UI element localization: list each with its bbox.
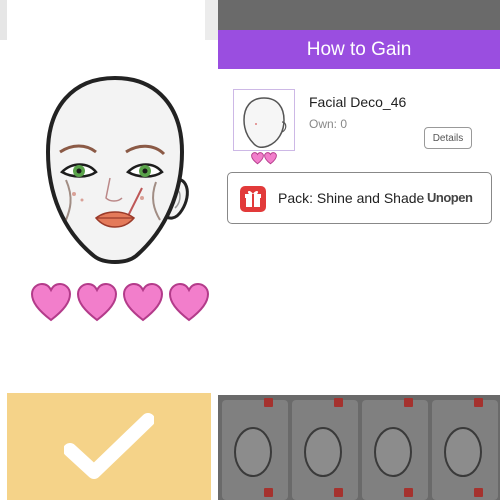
preview-panel xyxy=(0,0,218,500)
heart-icon xyxy=(122,282,164,322)
checkmark-icon xyxy=(64,412,154,479)
rarity-hearts xyxy=(30,282,210,332)
dialog-title: How to Gain xyxy=(306,38,412,60)
item-name: Facial Deco_46 xyxy=(309,94,407,110)
item-rarity-hearts xyxy=(251,152,277,165)
heart-icon xyxy=(30,282,72,322)
item-own-count: Own: 0 xyxy=(309,117,348,131)
new-tag-icon xyxy=(404,488,413,497)
heart-icon xyxy=(264,152,277,165)
heart-icon xyxy=(251,152,264,165)
dialog-header: How to Gain xyxy=(218,30,500,69)
pack-status: Unopen xyxy=(427,190,473,205)
head-thumb-icon xyxy=(304,427,342,477)
new-tag-icon xyxy=(404,398,413,407)
head-thumb-icon xyxy=(374,427,412,477)
gift-icon xyxy=(240,186,266,212)
new-tag-icon xyxy=(264,398,273,407)
new-tag-icon xyxy=(334,398,343,407)
how-to-gain-dialog: How to Gain Facial Deco_46 Own: 0 Detail… xyxy=(218,30,500,395)
head-thumb-icon xyxy=(234,427,272,477)
item-thumbnail xyxy=(233,89,295,151)
face-preview xyxy=(45,75,189,264)
heart-icon xyxy=(168,282,210,322)
new-tag-icon xyxy=(474,398,483,407)
details-button[interactable]: Details xyxy=(424,127,472,149)
pack-source-row[interactable]: Pack: Shine and Shade Unopen xyxy=(227,172,492,224)
new-tag-icon xyxy=(264,488,273,497)
left-edge-strip xyxy=(0,0,7,40)
new-tag-icon xyxy=(474,488,483,497)
heart-icon xyxy=(76,282,118,322)
head-thumb-icon xyxy=(444,427,482,477)
pack-name: Pack: Shine and Shade xyxy=(278,190,425,206)
confirm-button[interactable] xyxy=(7,393,211,500)
right-edge-strip xyxy=(205,0,218,40)
head-icon xyxy=(243,97,287,149)
new-tag-icon xyxy=(334,488,343,497)
